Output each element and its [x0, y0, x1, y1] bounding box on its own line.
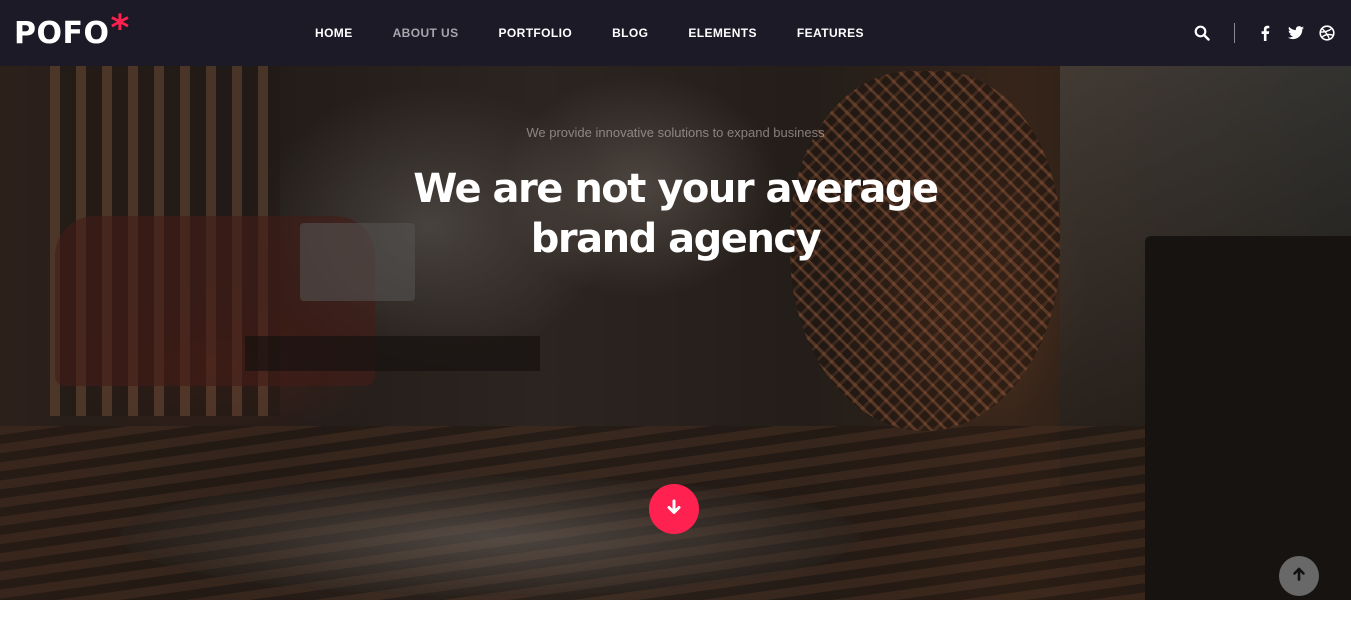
- header-divider: [1234, 23, 1235, 43]
- scroll-down-button[interactable]: [649, 484, 699, 534]
- page-content-start: [0, 600, 1351, 626]
- logo-asterisk: *: [110, 8, 130, 49]
- facebook-icon[interactable]: [1257, 25, 1273, 41]
- page: POFO * HOME ABOUT US PORTFOLIO BLOG ELEM…: [0, 0, 1351, 626]
- nav-home[interactable]: HOME: [315, 26, 353, 40]
- hero-section: We provide innovative solutions to expan…: [0, 66, 1351, 600]
- nav-elements[interactable]: ELEMENTS: [688, 26, 757, 40]
- nav-about-us[interactable]: ABOUT US: [393, 26, 459, 40]
- nav-blog[interactable]: BLOG: [612, 26, 648, 40]
- site-header: POFO * HOME ABOUT US PORTFOLIO BLOG ELEM…: [0, 0, 1351, 66]
- back-to-top-button[interactable]: [1279, 556, 1319, 596]
- twitter-icon[interactable]: [1288, 25, 1304, 41]
- header-actions: [1194, 0, 1351, 66]
- arrow-down-icon: [666, 499, 682, 520]
- main-nav: HOME ABOUT US PORTFOLIO BLOG ELEMENTS FE…: [315, 0, 904, 66]
- hero-subtitle: We provide innovative solutions to expan…: [526, 125, 825, 140]
- nav-features[interactable]: FEATURES: [797, 26, 864, 40]
- dribbble-icon[interactable]: [1319, 25, 1335, 41]
- hero-headline-line-2: brand agency: [530, 216, 822, 262]
- arrow-up-icon: [1292, 567, 1306, 586]
- search-icon[interactable]: [1194, 25, 1210, 41]
- logo[interactable]: POFO *: [14, 8, 130, 54]
- hero-headline: We are not your average brand agency: [0, 164, 1351, 264]
- nav-portfolio[interactable]: PORTFOLIO: [498, 26, 572, 40]
- logo-text: POFO: [14, 16, 110, 51]
- hero-headline-line-1: We are not your average: [413, 166, 939, 212]
